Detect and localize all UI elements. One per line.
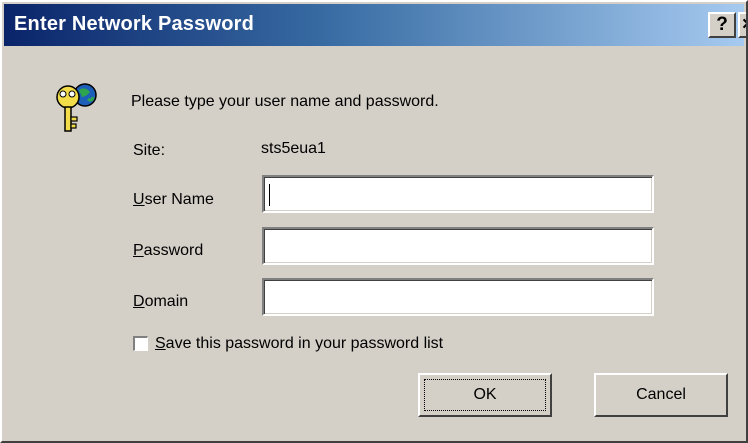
help-icon: ? <box>716 14 728 35</box>
text-caret <box>269 184 270 206</box>
keys-icon <box>56 83 97 132</box>
domain-field[interactable] <box>262 278 654 316</box>
title-bar[interactable]: Enter Network Password ? × <box>4 4 746 46</box>
domain-mnemonic: D <box>133 293 145 310</box>
save-password-mnemonic: S <box>155 335 166 352</box>
site-value: sts5eua1 <box>261 140 326 157</box>
site-label: Site: <box>133 142 166 159</box>
help-button[interactable]: ? <box>708 12 736 38</box>
password-label: Password <box>133 242 203 260</box>
cancel-button[interactable]: Cancel <box>594 373 728 417</box>
close-icon: × <box>742 14 746 35</box>
save-password-checkbox[interactable] <box>133 336 148 351</box>
save-password-label-rest: ave this password in your password list <box>165 335 444 352</box>
password-label-rest: assword <box>143 242 204 259</box>
user-name-mnemonic: U <box>133 191 145 208</box>
user-name-field[interactable] <box>262 175 654 213</box>
user-name-label: User Name <box>133 191 214 209</box>
network-password-dialog: Enter Network Password ? × Please type y… <box>0 0 748 443</box>
domain-input[interactable] <box>267 283 653 311</box>
close-button[interactable]: × <box>738 12 746 38</box>
prompt-text: Please type your user name and password. <box>131 93 439 110</box>
password-mnemonic: P <box>133 242 144 259</box>
domain-label-rest: omain <box>144 293 189 310</box>
user-name-label-rest: ser Name <box>144 191 214 208</box>
password-field[interactable] <box>262 227 654 265</box>
window-title: Enter Network Password <box>14 13 255 35</box>
user-name-input[interactable] <box>267 180 653 208</box>
save-password-label[interactable]: Save this password in your password list <box>155 335 443 353</box>
password-input[interactable] <box>267 232 653 260</box>
ok-button[interactable]: OK <box>418 373 552 417</box>
domain-label: Domain <box>133 293 188 311</box>
